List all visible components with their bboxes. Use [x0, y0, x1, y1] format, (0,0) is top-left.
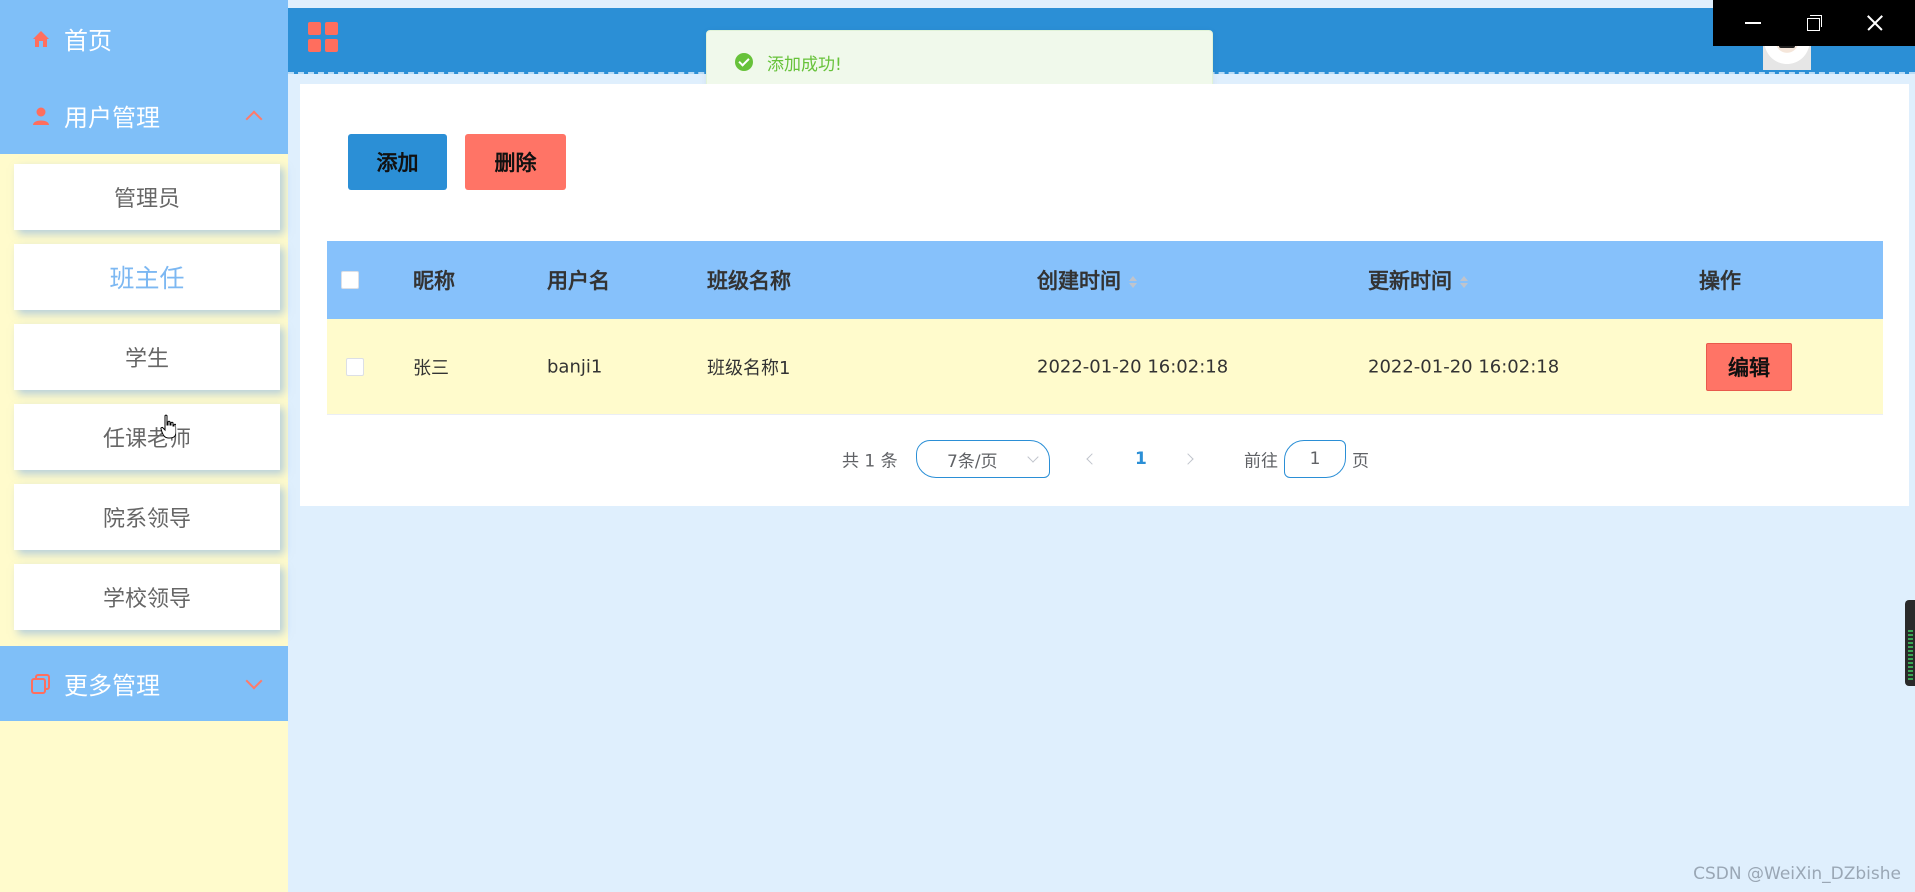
sidebar-item-more-management[interactable]: 更多管理 — [0, 646, 288, 721]
goto-page-input[interactable]: 1 — [1284, 440, 1346, 478]
restore-icon[interactable] — [1794, 3, 1834, 43]
sidebar-subitem-label: 学生 — [124, 347, 169, 372]
goto-suffix: 页 — [1352, 451, 1369, 472]
cell-nickname: 张三 — [413, 357, 449, 379]
watermark: CSDN @WeiXin_DZbishe — [1693, 864, 1901, 884]
check-circle-icon — [735, 53, 753, 71]
chevron-down-icon — [1027, 451, 1039, 463]
sidebar-menu-top: 首页 用户管理 — [0, 0, 288, 154]
pagination-total: 共 1 条 — [842, 451, 898, 472]
menu-grid-icon[interactable] — [308, 22, 338, 52]
sort-icon[interactable] — [1129, 275, 1137, 289]
prev-page-icon[interactable] — [1086, 453, 1098, 465]
sidebar: 首页 用户管理 管理员 班主任 学生 任课老师 院系领导 学校领导 更多管理 — [0, 0, 288, 892]
sidebar-item-more-management-label: 更多管理 — [64, 672, 160, 700]
toast-message: 添加成功! — [767, 54, 842, 75]
main-card: 添加 删除 昵称 用户名 班级名称 创建时间 更新时间 操作 张三 banji1… — [300, 84, 1909, 506]
next-page-icon[interactable] — [1182, 453, 1194, 465]
sidebar-item-home[interactable]: 首页 — [0, 0, 288, 77]
column-header-created-label: 创建时间 — [1037, 269, 1121, 293]
chevron-up-icon — [245, 110, 263, 127]
row-checkbox[interactable] — [346, 357, 364, 376]
current-page[interactable]: 1 — [1135, 449, 1147, 469]
delete-button[interactable]: 删除 — [465, 134, 566, 190]
minimize-icon[interactable] — [1733, 3, 1773, 43]
sidebar-subitem-label: 学校领导 — [102, 587, 191, 612]
sidebar-subitem-teacher[interactable]: 任课老师 — [14, 404, 280, 470]
cell-updated: 2022-01-20 16:02:18 — [1368, 356, 1560, 377]
sidebar-item-home-label: 首页 — [64, 27, 112, 55]
table-header: 昵称 用户名 班级名称 创建时间 更新时间 操作 — [327, 241, 1883, 319]
sidebar-subitem-label: 院系领导 — [102, 507, 191, 532]
sidebar-subitem-label: 任课老师 — [102, 427, 191, 452]
sidebar-subitem-admin[interactable]: 管理员 — [14, 164, 280, 230]
chevron-down-icon — [245, 672, 263, 689]
table-row: 张三 banji1 班级名称1 2022-01-20 16:02:18 2022… — [327, 319, 1883, 415]
sidebar-subitem-label: 管理员 — [113, 187, 180, 212]
cell-class-name: 班级名称1 — [707, 357, 791, 379]
cell-username: banji1 — [547, 356, 603, 377]
add-button[interactable]: 添加 — [348, 134, 447, 190]
window-controls — [1713, 0, 1915, 46]
data-table: 昵称 用户名 班级名称 创建时间 更新时间 操作 张三 banji1 班级名称1… — [327, 241, 1883, 415]
sidebar-subitem-head-teacher[interactable]: 班主任 — [14, 244, 280, 310]
pagination: 共 1 条 7条/页 1 前往 1 页 — [300, 439, 1909, 479]
mouse-cursor-icon — [160, 414, 176, 439]
sidebar-subitem-student[interactable]: 学生 — [14, 324, 280, 390]
page-size-select[interactable]: 7条/页 — [916, 440, 1050, 478]
column-header-updated-label: 更新时间 — [1368, 269, 1452, 293]
close-icon[interactable] — [1855, 3, 1895, 43]
column-header-nickname: 昵称 — [413, 269, 455, 293]
sidebar-item-user-management[interactable]: 用户管理 — [0, 77, 288, 154]
column-header-updated[interactable]: 更新时间 — [1368, 265, 1468, 295]
goto-prefix: 前往 — [1244, 451, 1278, 472]
sidebar-more-management: 更多管理 — [0, 646, 288, 721]
column-header-actions: 操作 — [1699, 269, 1741, 293]
sidebar-subitem-dept-leader[interactable]: 院系领导 — [14, 484, 280, 550]
user-icon — [30, 105, 52, 127]
scrollbar[interactable] — [1905, 600, 1915, 686]
copy-icon — [30, 673, 52, 695]
sidebar-item-user-management-label: 用户管理 — [64, 104, 160, 132]
user-management-submenu: 管理员 班主任 学生 任课老师 院系领导 学校领导 — [0, 154, 288, 630]
edit-button[interactable]: 编辑 — [1706, 342, 1792, 391]
page-size-value: 7条/页 — [947, 451, 998, 472]
sidebar-subitem-label: 班主任 — [109, 264, 185, 293]
sidebar-subitem-school-leader[interactable]: 学校领导 — [14, 564, 280, 630]
sort-icon[interactable] — [1460, 275, 1468, 289]
column-header-created[interactable]: 创建时间 — [1037, 265, 1137, 295]
select-all-checkbox[interactable] — [341, 271, 359, 289]
cell-created: 2022-01-20 16:02:18 — [1037, 356, 1229, 377]
column-header-username: 用户名 — [547, 269, 610, 293]
column-header-class-name: 班级名称 — [707, 269, 791, 293]
home-icon — [30, 28, 52, 50]
